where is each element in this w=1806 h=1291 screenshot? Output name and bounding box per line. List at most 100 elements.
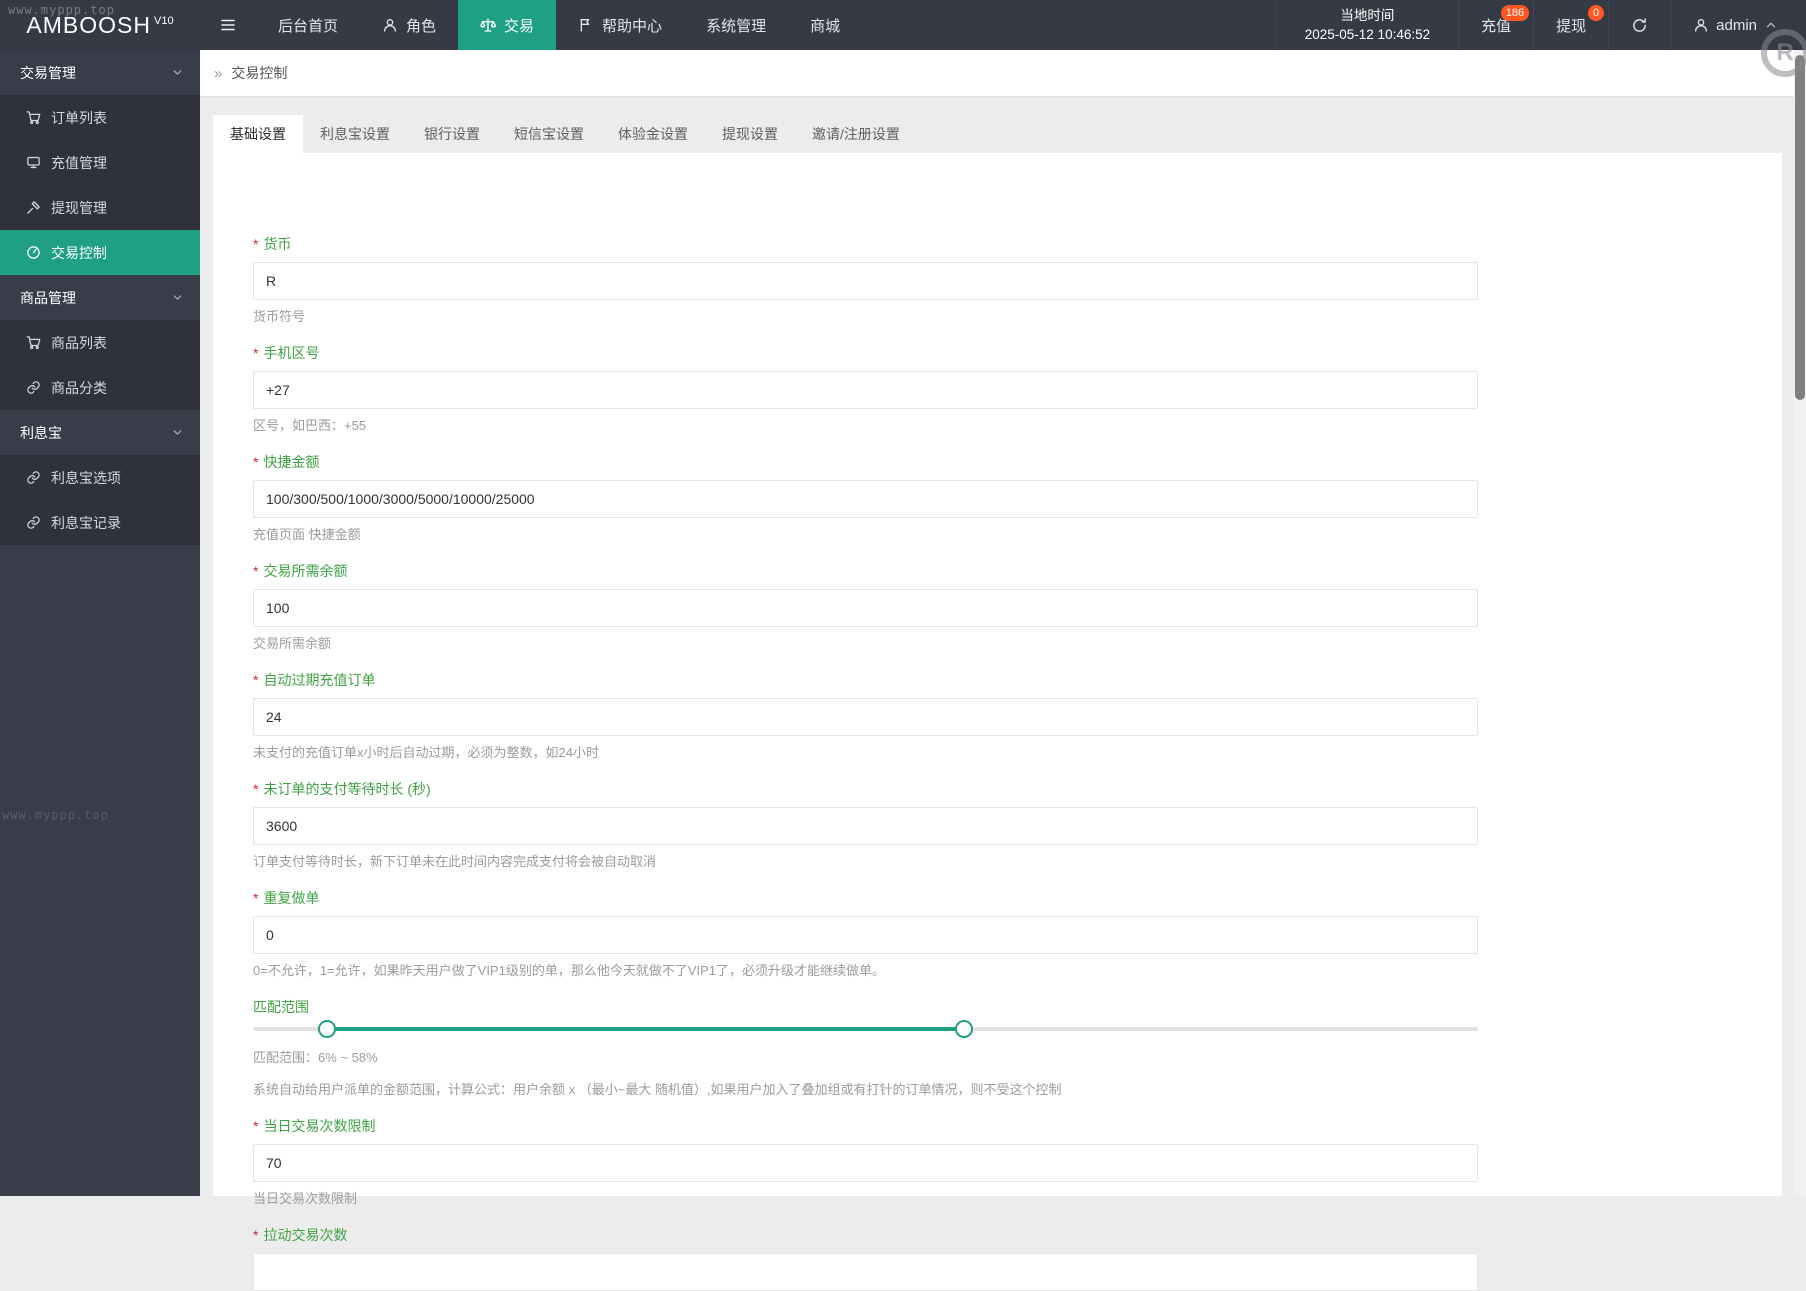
field-help-phone-area-code: 区号，如巴西：+55 (253, 418, 367, 433)
link-icon (27, 381, 40, 394)
field-order-payment-wait-seconds: *未订单的支付等待时长 (秒) 订单支付等待时长，新下订单未在此时间内容完成支付将… (253, 779, 1478, 871)
field-help-required-balance: 交易所需余额 (253, 636, 332, 651)
cart-icon (26, 336, 41, 350)
withdraw-button[interactable]: 提现 0 (1533, 0, 1608, 50)
sidebar-item-lixibao-records[interactable]: 利息宝记录 (0, 500, 200, 545)
sidebar-item-label: 充值管理 (51, 154, 107, 171)
local-time-value: 2025-05-12 10:46:52 (1304, 27, 1431, 42)
field-quick-amounts: *快捷金额充值页面 快捷金额 (253, 452, 1478, 544)
sidebar-item-order-list[interactable]: 订单列表 (0, 95, 200, 140)
field-label-phone-area-code: * 手机区号 (253, 345, 320, 361)
chevron-down-icon (173, 295, 182, 300)
input-auto-expire-recharge-order[interactable] (253, 698, 1478, 736)
required-asterisk: * (253, 345, 259, 361)
menu-toggle-button[interactable] (200, 0, 256, 50)
nav-item-label: 角色 (406, 17, 437, 35)
field-daily-trade-limit: *当日交易次数限制当日交易次数限制 (253, 1116, 1478, 1208)
slider-handle-max[interactable] (954, 1020, 973, 1038)
field-help-daily-trade-limit: 当日交易次数限制 (253, 1191, 358, 1206)
field-label-pull-trade-count: * 拉动交易次数 (253, 1227, 348, 1243)
sidebar-item-label: 利息宝记录 (51, 514, 121, 531)
slider-label: 匹配范围 (253, 999, 309, 1015)
field-label-currency: * 货币 (253, 236, 292, 252)
slider-caption: 匹配范围：6% ~ 58% (253, 1050, 378, 1065)
field-label-quick-amounts: * 快捷金额 (253, 454, 320, 470)
settings-form: *货币货币符号*手机区号区号，如巴西：+55*快捷金额充值页面 快捷金额*交易所… (213, 153, 1478, 1291)
sidebar-item-product-category[interactable]: 商品分类 (0, 365, 200, 410)
tab-bank-settings[interactable]: 银行设置 (407, 115, 497, 153)
link-icon (27, 471, 40, 484)
input-pull-trade-count[interactable] (253, 1253, 1478, 1291)
nav-item-home[interactable]: 后台首页 (256, 0, 360, 50)
settings-tabbar: 基础设置 利息宝设置 银行设置 短信宝设置 体验金设置 提现设置 邀请/注册设置 (213, 115, 917, 153)
input-currency[interactable] (253, 262, 1478, 300)
sidebar-group-label: 商品管理 (20, 289, 76, 306)
tab-trial-bonus-settings[interactable]: 体验金设置 (601, 115, 705, 153)
sidebar-item-lixibao-options[interactable]: 利息宝选项 (0, 455, 200, 500)
input-order-payment-wait-seconds[interactable] (253, 807, 1478, 845)
nav-item-mall[interactable]: 商城 (788, 0, 862, 50)
local-time-label: 当地时间 (1340, 8, 1395, 23)
chevron-down-icon (173, 430, 182, 435)
flag-icon (580, 19, 590, 32)
required-asterisk: * (253, 236, 259, 252)
nav-item-system[interactable]: 系统管理 (684, 0, 788, 50)
scrollbar-thumb[interactable] (1795, 55, 1805, 400)
refresh-icon (1633, 17, 1647, 32)
slider-handle-min[interactable] (317, 1020, 336, 1038)
top-nav: 后台首页 角色 交易 帮助中心 系统管理 商城 (256, 0, 862, 50)
sidebar-item-label: 商品列表 (51, 334, 107, 351)
tab-sms-settings[interactable]: 短信宝设置 (497, 115, 601, 153)
sidebar-item-label: 利息宝选项 (51, 469, 121, 486)
refresh-button[interactable] (1608, 0, 1670, 50)
gavel-icon (27, 201, 40, 214)
field-help-auto-expire-recharge-order: 未支付的充值订单x小时后自动过期，必须为整数，如24小时 (253, 745, 599, 760)
logo-area: www.myppp.top AMBOOSH V10 (0, 0, 200, 50)
nav-item-roles[interactable]: 角色 (360, 0, 458, 50)
input-repeat-order[interactable] (253, 916, 1478, 954)
settings-card: *货币货币符号*手机区号区号，如巴西：+55*快捷金额充值页面 快捷金额*交易所… (213, 153, 1782, 1291)
field-label-repeat-order: * 重复做单 (253, 890, 320, 906)
user-icon (384, 19, 397, 32)
link-icon (27, 516, 40, 529)
slider-description: 系统自动给用户派单的金额范围，计算公式：用户余额 x （最小~最大 随机值）,如… (253, 1082, 1062, 1097)
logo-version: V10 (154, 14, 174, 27)
withdraw-badge: 0 (1588, 5, 1605, 21)
tab-lixibao-settings[interactable]: 利息宝设置 (303, 115, 407, 153)
menu-icon (221, 19, 235, 31)
cart-icon (26, 111, 41, 125)
app-header: www.myppp.top AMBOOSH V10 后台首页 角色 交易 帮助中心 系统管… (0, 0, 1806, 50)
sidebar-group-lixibao[interactable]: 利息宝 (0, 410, 200, 455)
sidebar-group-product-management[interactable]: 商品管理 (0, 275, 200, 320)
sidebar: www.myppp.top 交易管理 订单列表充值管理提现管理 交易控制商品管理商品… (0, 50, 200, 1196)
recharge-button[interactable]: 充值 186 (1458, 0, 1533, 50)
input-daily-trade-limit[interactable] (253, 1144, 1478, 1182)
sidebar-item-trade-control[interactable]: 交易控制 (0, 230, 200, 275)
sidebar-group-trade-management[interactable]: 交易管理 (0, 50, 200, 95)
field-label-daily-trade-limit: * 当日交易次数限制 (253, 1118, 376, 1134)
sidebar-item-product-list[interactable]: 商品列表 (0, 320, 200, 365)
field-help-order-payment-wait-seconds: 订单支付等待时长，新下订单未在此时间内容完成支付将会被自动取消 (253, 854, 657, 869)
local-time: 当地时间 2025-05-12 10:46:52 (1275, 0, 1458, 50)
username: admin (1716, 16, 1757, 34)
input-required-balance[interactable] (253, 589, 1478, 627)
sidebar-item-withdraw-management[interactable]: 提现管理 (0, 185, 200, 230)
tab-withdraw-settings[interactable]: 提现设置 (705, 115, 795, 153)
input-quick-amounts[interactable] (253, 480, 1478, 518)
required-asterisk: * (253, 454, 259, 470)
nav-item-trade[interactable]: 交易 (458, 0, 557, 50)
nav-item-label: 后台首页 (278, 17, 339, 35)
tab-basic-settings[interactable]: 基础设置 (213, 115, 303, 153)
field-required-balance: *交易所需余额交易所需余额 (253, 561, 1478, 653)
required-asterisk: * (253, 672, 259, 688)
field-help-quick-amounts: 充值页面 快捷金额 (253, 527, 361, 542)
field-label-auto-expire-recharge-order: * 自动过期充值订单 (253, 672, 376, 688)
site-watermark-2: www.myppp.top (2, 808, 109, 822)
tab-invite-register-settings[interactable]: 邀请/注册设置 (795, 115, 917, 153)
sidebar-item-recharge-management[interactable]: 充值管理 (0, 140, 200, 185)
nav-item-help-center[interactable]: 帮助中心 (556, 0, 684, 50)
scales-icon (480, 18, 497, 32)
withdraw-label: 提现 (1556, 17, 1587, 35)
chevron-down-icon (173, 70, 182, 75)
input-phone-area-code[interactable] (253, 371, 1478, 409)
